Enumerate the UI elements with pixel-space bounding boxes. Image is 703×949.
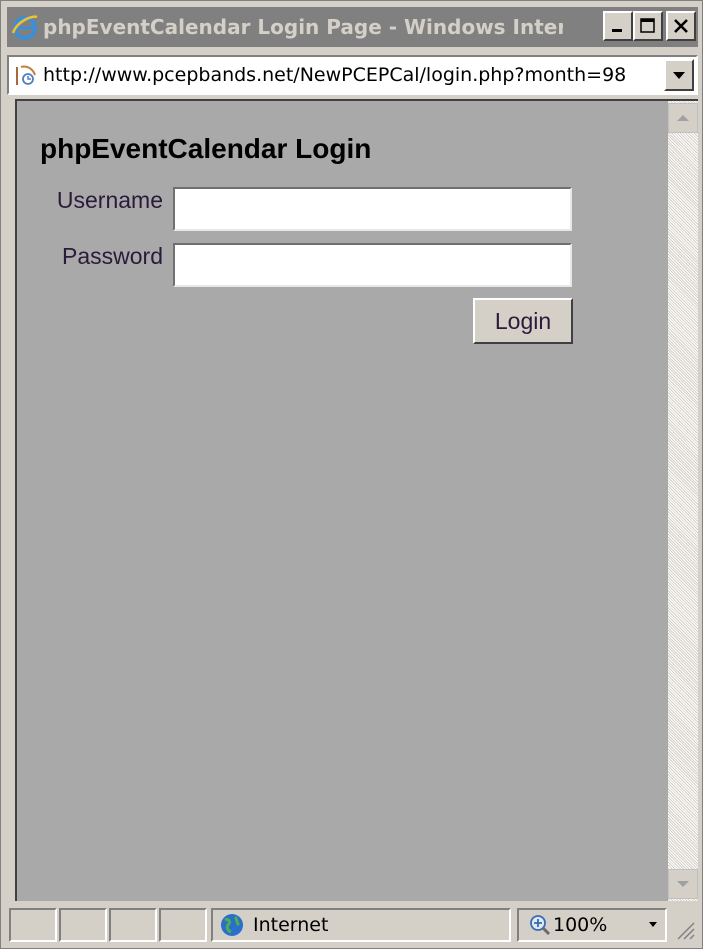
address-url[interactable]: http://www.pcepbands.net/NewPCEPCal/logi…	[43, 57, 663, 93]
resize-grip-icon[interactable]	[672, 917, 696, 941]
status-pane	[109, 908, 157, 942]
minimize-icon	[612, 29, 622, 32]
window-title: phpEventCalendar Login Page - Windows In…	[43, 15, 563, 39]
status-bar: Internet 100%	[7, 905, 698, 945]
minimize-button[interactable]	[603, 11, 633, 41]
scroll-down-icon	[677, 881, 689, 887]
status-pane	[59, 908, 107, 942]
chevron-down-icon	[673, 72, 685, 79]
page-title: phpEventCalendar Login	[40, 133, 372, 164]
login-button[interactable]: Login	[473, 298, 573, 344]
scroll-up-icon	[677, 115, 689, 121]
close-icon	[674, 19, 688, 33]
zoom-control[interactable]: 100%	[517, 908, 667, 942]
login-page: phpEventCalendar Login Username Password…	[17, 101, 668, 901]
address-bar[interactable]: http://www.pcepbands.net/NewPCEPCal/logi…	[7, 55, 698, 95]
maximize-button[interactable]	[633, 11, 663, 41]
internet-explorer-icon	[11, 15, 38, 40]
close-button[interactable]	[666, 11, 696, 41]
content-viewport: phpEventCalendar Login Username Password…	[15, 99, 698, 901]
vertical-scrollbar[interactable]	[668, 101, 698, 901]
status-pane	[9, 908, 57, 942]
scroll-down-button[interactable]	[668, 869, 698, 899]
scroll-up-button[interactable]	[668, 103, 698, 133]
title-bar[interactable]: phpEventCalendar Login Page - Windows In…	[7, 7, 698, 47]
username-input[interactable]	[173, 187, 572, 231]
status-pane	[159, 908, 207, 942]
browser-window: phpEventCalendar Login Page - Windows In…	[0, 0, 703, 949]
maximize-icon	[640, 18, 655, 33]
security-zone[interactable]: Internet	[211, 908, 511, 942]
address-dropdown-button[interactable]	[664, 59, 694, 91]
chevron-down-icon[interactable]	[647, 921, 659, 929]
password-label: Password	[62, 243, 163, 269]
globe-icon	[221, 914, 243, 936]
zoom-level: 100%	[553, 914, 608, 936]
zone-label: Internet	[253, 914, 329, 936]
password-input[interactable]	[173, 243, 572, 287]
loading-page-icon	[16, 65, 36, 85]
zoom-icon	[530, 915, 551, 936]
username-label: Username	[56, 187, 163, 213]
